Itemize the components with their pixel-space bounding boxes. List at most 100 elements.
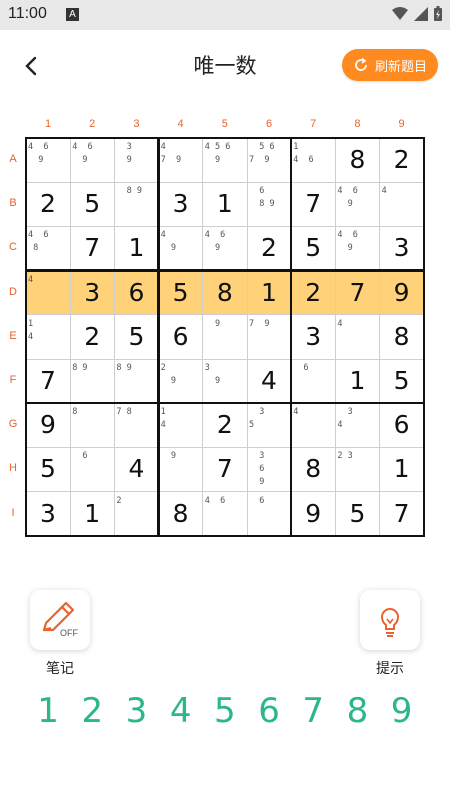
notes-button[interactable]: OFF [30, 590, 90, 650]
sudoku-cell[interactable]: 2 [203, 403, 247, 447]
sudoku-cell[interactable]: 4 [380, 182, 424, 226]
sudoku-cell[interactable]: 4 6 9 [335, 226, 379, 270]
sudoku-cell[interactable]: 1 4 [26, 315, 70, 359]
sudoku-cell[interactable]: 4 5 6 9 [203, 138, 247, 182]
sudoku-cell[interactable]: 2 [291, 270, 336, 315]
sudoku-cell[interactable]: 2 [26, 182, 70, 226]
number-button-1[interactable]: 1 [26, 686, 70, 736]
cell-value: 4 [128, 454, 145, 484]
sudoku-cell[interactable]: 6 8 9 [247, 182, 291, 226]
sudoku-cell[interactable]: 7 [26, 359, 70, 403]
sudoku-cell[interactable]: 3 9 [114, 138, 158, 182]
sudoku-cell[interactable]: 5 6 7 9 [247, 138, 291, 182]
sudoku-cell[interactable]: 7 [380, 492, 424, 536]
sudoku-cell[interactable]: 5 [335, 492, 379, 536]
sudoku-cell[interactable]: 1 4 [159, 403, 203, 447]
sudoku-cell[interactable]: 7 [70, 226, 114, 270]
sudoku-cell[interactable]: 7 [291, 182, 335, 226]
sudoku-cell[interactable]: 1 [70, 492, 114, 536]
sudoku-cell[interactable]: 4 [247, 359, 291, 403]
sudoku-cell[interactable]: 4 6 9 [335, 182, 379, 226]
sudoku-cell[interactable]: 5 [26, 447, 70, 491]
sudoku-cell[interactable]: 4 6 [203, 492, 247, 536]
sudoku-cell[interactable]: 4 6 8 [26, 226, 70, 270]
sudoku-cell[interactable]: 6 [159, 315, 203, 359]
sudoku-cell[interactable]: 3 [70, 270, 115, 315]
sudoku-cell[interactable]: 4 6 9 [70, 138, 114, 182]
sudoku-cell[interactable]: 1 [247, 270, 291, 315]
sudoku-cell[interactable]: 9 [26, 403, 70, 447]
sudoku-cell[interactable]: 1 [335, 359, 379, 403]
sudoku-cell[interactable]: 7 [203, 447, 247, 491]
sudoku-cell[interactable]: 5 [291, 226, 335, 270]
number-button-4[interactable]: 4 [159, 686, 203, 736]
sudoku-cell[interactable]: 5 [158, 270, 203, 315]
number-button-8[interactable]: 8 [335, 686, 379, 736]
sudoku-cell[interactable]: 3 6 9 [247, 447, 291, 491]
sudoku-cell[interactable]: 6 [380, 403, 424, 447]
sudoku-cell[interactable]: 8 [380, 315, 424, 359]
sudoku-cell[interactable]: 1 4 6 [291, 138, 335, 182]
sudoku-cell[interactable]: 6 [70, 447, 114, 491]
number-button-3[interactable]: 3 [114, 686, 158, 736]
sudoku-cell[interactable]: 3 5 [247, 403, 291, 447]
sudoku-cell[interactable]: 3 [159, 182, 203, 226]
number-button-9[interactable]: 9 [380, 686, 424, 736]
sudoku-cell[interactable]: 2 [380, 138, 424, 182]
sudoku-cell[interactable]: 3 [380, 226, 424, 270]
number-button-5[interactable]: 5 [203, 686, 247, 736]
sudoku-cell[interactable]: 4 [291, 403, 335, 447]
sudoku-cell[interactable]: 4 7 9 [159, 138, 203, 182]
cell-value: 2 [305, 277, 322, 307]
sudoku-cell[interactable]: 7 [335, 270, 380, 315]
sudoku-cell[interactable]: 2 [70, 315, 114, 359]
sudoku-cell[interactable]: 7 8 [114, 403, 158, 447]
sudoku-cell[interactable]: 4 [335, 315, 379, 359]
sudoku-cell[interactable]: 9 [159, 447, 203, 491]
sudoku-cell[interactable]: 3 [26, 492, 70, 536]
sudoku-cell[interactable]: 4 9 [159, 226, 203, 270]
sudoku-cell[interactable]: 6 [291, 359, 335, 403]
sudoku-cell[interactable]: 9 [379, 270, 424, 315]
hint-button[interactable] [360, 590, 420, 650]
number-button-7[interactable]: 7 [291, 686, 335, 736]
column-label: 6 [265, 118, 273, 130]
sudoku-cell[interactable]: 5 [70, 182, 114, 226]
sudoku-cell[interactable]: 4 6 9 [203, 226, 247, 270]
sudoku-cell[interactable]: 1 [203, 182, 247, 226]
refresh-puzzle-button[interactable]: 刷新题目 [342, 49, 438, 81]
sudoku-cell[interactable]: 2 9 [159, 359, 203, 403]
sudoku-cell[interactable]: 3 [291, 315, 335, 359]
sudoku-cell[interactable]: 8 [335, 138, 379, 182]
sudoku-cell[interactable]: 9 [203, 315, 247, 359]
row-label: D [9, 285, 17, 298]
sudoku-cell[interactable]: 3 9 [203, 359, 247, 403]
sudoku-cell[interactable]: 2 [247, 226, 291, 270]
box-line [24, 136, 426, 140]
sudoku-cell[interactable]: 1 [380, 447, 424, 491]
cell-value: 1 [349, 366, 366, 395]
sudoku-cell[interactable]: 4 [26, 270, 70, 315]
sudoku-cell[interactable]: 6 [247, 492, 291, 536]
sudoku-cell[interactable]: 8 9 [114, 359, 158, 403]
sudoku-cell[interactable]: 8 [202, 270, 247, 315]
sudoku-cell[interactable]: 2 [114, 492, 158, 536]
number-button-2[interactable]: 2 [70, 686, 114, 736]
sudoku-cell[interactable]: 2 3 [335, 447, 379, 491]
pencil-icon [42, 601, 75, 632]
sudoku-cell[interactable]: 8 9 [114, 182, 158, 226]
sudoku-cell[interactable]: 5 [380, 359, 424, 403]
sudoku-cell[interactable]: 8 [159, 492, 203, 536]
sudoku-cell[interactable]: 1 [114, 226, 158, 270]
sudoku-cell[interactable]: 4 [114, 447, 158, 491]
sudoku-cell[interactable]: 7 9 [247, 315, 291, 359]
sudoku-cell[interactable]: 8 9 [70, 359, 114, 403]
sudoku-cell[interactable]: 8 [291, 447, 335, 491]
number-button-6[interactable]: 6 [247, 686, 291, 736]
sudoku-cell[interactable]: 5 [114, 315, 158, 359]
sudoku-cell[interactable]: 8 [70, 403, 114, 447]
sudoku-cell[interactable]: 6 [114, 270, 159, 315]
sudoku-cell[interactable]: 3 4 [335, 403, 379, 447]
sudoku-cell[interactable]: 4 6 9 [26, 138, 70, 182]
sudoku-cell[interactable]: 9 [291, 492, 335, 536]
